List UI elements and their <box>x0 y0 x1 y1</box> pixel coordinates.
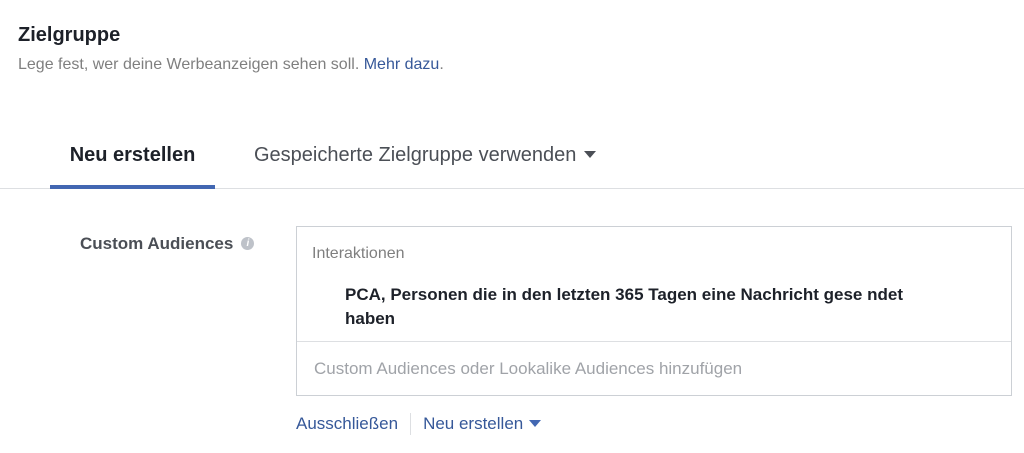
custom-audiences-box: Interaktionen PCA, Personen die in den l… <box>296 226 1012 396</box>
tab-saved-audience-label: Gespeicherte Zielgruppe verwenden <box>254 144 577 166</box>
tab-create-new-label: Neu erstellen <box>69 144 196 166</box>
selected-audience-item[interactable]: PCA, Personen die in den letzten 365 Tag… <box>345 283 945 331</box>
caret-down-icon <box>584 150 597 158</box>
subtitle-end: . <box>439 56 444 73</box>
custom-audiences-label: Custom Audiences i <box>80 234 255 254</box>
create-new-dropdown[interactable]: Neu erstellen <box>423 414 542 434</box>
section-title: Zielgruppe <box>18 24 121 46</box>
audience-group-header: Interaktionen <box>312 245 405 262</box>
exclude-link[interactable]: Ausschließen <box>296 414 398 434</box>
tab-create-new[interactable]: Neu erstellen <box>50 128 215 189</box>
learn-more-link[interactable]: Mehr dazu <box>364 56 440 73</box>
audience-panel: Zielgruppe Lege fest, wer deine Werbeanz… <box>0 0 1024 453</box>
custom-audience-search-input[interactable] <box>297 342 1011 395</box>
audience-tabs: Neu erstellen Gespeicherte Zielgruppe ve… <box>0 128 1024 189</box>
action-separator <box>410 413 412 435</box>
tab-saved-audience[interactable]: Gespeicherte Zielgruppe verwenden <box>254 128 597 185</box>
subtitle-text: Lege fest, wer deine Werbeanzeigen sehen… <box>18 56 360 73</box>
custom-audiences-label-text: Custom Audiences <box>80 234 234 253</box>
section-subtitle: Lege fest, wer deine Werbeanzeigen sehen… <box>18 56 444 74</box>
caret-down-icon <box>529 419 542 427</box>
audience-actions: Ausschließen Neu erstellen <box>296 413 542 435</box>
create-new-dropdown-label: Neu erstellen <box>423 414 524 433</box>
info-icon[interactable]: i <box>241 236 255 250</box>
